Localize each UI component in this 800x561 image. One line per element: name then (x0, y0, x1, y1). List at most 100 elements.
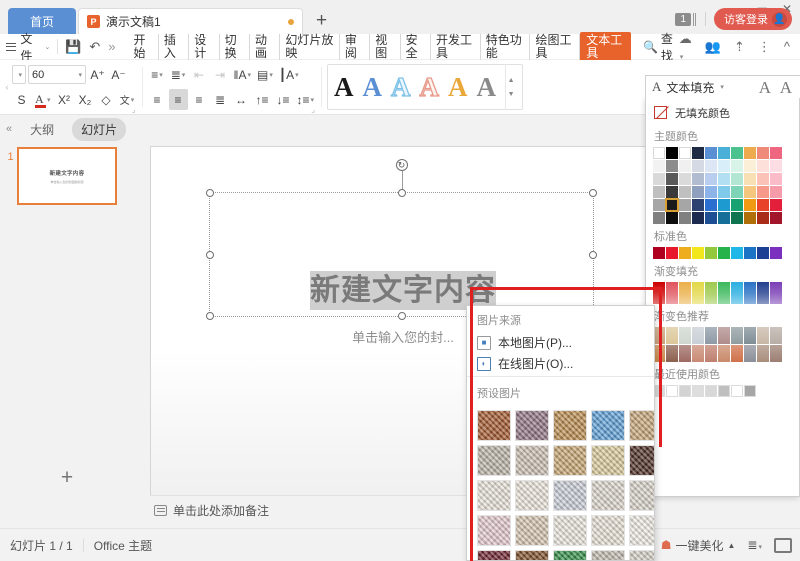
theme-color-swatch[interactable] (666, 147, 678, 159)
standard-color-swatch[interactable] (770, 247, 782, 259)
gradient-recommend-swatch[interactable] (757, 327, 769, 344)
increase-indent-icon[interactable]: ⇥ (211, 64, 230, 85)
theme-color-swatch[interactable] (679, 173, 691, 185)
new-tab-button[interactable]: + (316, 10, 327, 32)
distribute-icon[interactable]: ↔ (232, 89, 251, 110)
theme-color-swatch[interactable] (731, 173, 743, 185)
align-left-icon[interactable]: ≡ (148, 89, 167, 110)
standard-color-swatch[interactable] (666, 247, 678, 259)
gradient-fill-swatch[interactable] (757, 282, 769, 304)
theme-color-swatch[interactable] (757, 173, 769, 185)
gradient-fill-swatch[interactable] (666, 282, 678, 304)
recent-color-swatch[interactable] (679, 385, 691, 397)
preset-texture-swatch[interactable] (629, 480, 654, 511)
gradient-recommend-swatch[interactable] (692, 345, 704, 362)
theme-color-swatch[interactable] (653, 212, 665, 224)
theme-color-swatch[interactable] (718, 173, 730, 185)
more-vert-icon[interactable]: ⋮ (758, 39, 771, 55)
tab-slideshow[interactable]: 幻灯片放映 (280, 33, 340, 60)
theme-color-swatch[interactable] (757, 147, 769, 159)
theme-color-swatch[interactable] (679, 147, 691, 159)
tab-text-tools[interactable]: 文本工具 (580, 31, 631, 62)
standard-color-swatch[interactable] (679, 247, 691, 259)
preset-texture-swatch[interactable] (629, 445, 654, 476)
gradient-recommend-swatch[interactable] (705, 327, 717, 344)
gradient-recommend-swatch[interactable] (770, 345, 782, 362)
theme-color-swatch[interactable] (692, 173, 704, 185)
tab-transition[interactable]: 切换 (220, 33, 251, 60)
document-tab[interactable]: P 演示文稿1 (78, 8, 303, 34)
resize-handle-tc[interactable] (397, 189, 406, 197)
decrease-indent-icon[interactable]: ⇤ (190, 64, 209, 85)
gradient-recommend-swatch[interactable] (770, 327, 782, 344)
standard-color-swatch[interactable] (757, 247, 769, 259)
theme-color-swatch[interactable] (731, 212, 743, 224)
gradient-recommend-grid[interactable] (646, 327, 799, 362)
columns-icon[interactable]: ┃A ▾ (277, 64, 301, 85)
paragraph-dialog-launcher[interactable]: ⌟ (311, 105, 315, 114)
cloud-sync-icon[interactable]: ☁▾ (679, 31, 692, 62)
tab-design[interactable]: 设计 (189, 33, 220, 60)
preset-texture-swatch[interactable] (477, 480, 511, 511)
theme-color-swatch[interactable] (744, 160, 756, 172)
theme-color-swatch[interactable] (666, 212, 678, 224)
wordart-style-blue[interactable]: A (363, 73, 383, 101)
theme-color-swatch[interactable] (705, 199, 717, 211)
scroll-down-icon[interactable]: ▼ (508, 91, 515, 98)
no-fill-color-item[interactable]: 无填充颜色 (646, 101, 799, 124)
gradient-recommend-swatch[interactable] (731, 327, 743, 344)
wordart-style-lightblue-outline[interactable]: A (390, 72, 411, 100)
text-fill-color-panel[interactable]: 无填充颜色 主题颜色 标准色 渐变填充 渐变色推荐 最近使用颜色 (645, 97, 800, 497)
recent-colors-grid[interactable] (646, 385, 799, 397)
tab-outline[interactable]: 大纲 (21, 118, 63, 141)
gradient-recommend-swatch[interactable] (679, 345, 691, 362)
theme-color-swatch[interactable] (705, 147, 717, 159)
theme-color-swatch[interactable] (770, 147, 782, 159)
gradient-fill-swatch[interactable] (679, 282, 691, 304)
resize-handle-tr[interactable] (589, 189, 597, 197)
theme-color-swatch[interactable] (666, 160, 678, 172)
grow-font-button[interactable]: A⁺ (88, 64, 107, 85)
preset-texture-swatch[interactable] (553, 445, 587, 476)
gradient-recommend-swatch[interactable] (666, 327, 678, 344)
theme-color-swatch[interactable] (757, 160, 769, 172)
theme-color-swatch[interactable] (731, 147, 743, 159)
theme-color-swatch[interactable] (718, 147, 730, 159)
preset-texture-swatch[interactable] (515, 410, 549, 441)
resize-handle-ml[interactable] (206, 250, 214, 259)
gradient-fill-swatch[interactable] (705, 282, 717, 304)
theme-color-swatch[interactable] (692, 186, 704, 198)
theme-color-swatch[interactable] (718, 160, 730, 172)
resize-handle-bc[interactable] (397, 312, 406, 320)
theme-color-swatch[interactable] (653, 186, 665, 198)
collapse-panel-icon[interactable]: « (6, 123, 12, 135)
preset-texture-swatch[interactable] (591, 550, 625, 560)
theme-color-swatch[interactable] (731, 186, 743, 198)
theme-color-swatch[interactable] (705, 186, 717, 198)
wordart-gallery[interactable]: A A A A A A ▲ ▼ (327, 64, 524, 110)
standard-color-swatch[interactable] (705, 247, 717, 259)
tab-review[interactable]: 审阅 (340, 33, 371, 60)
theme-color-swatch[interactable] (744, 147, 756, 159)
wordart-style-orange[interactable]: A (448, 73, 468, 101)
font-color-button[interactable]: A ▾ (33, 89, 53, 110)
preset-texture-swatch[interactable] (629, 550, 654, 560)
recent-color-swatch[interactable] (718, 385, 730, 397)
add-slide-button[interactable]: + (0, 466, 134, 490)
preset-texture-swatch[interactable] (591, 410, 625, 441)
theme-color-swatch[interactable] (653, 147, 665, 159)
resize-handle-tl[interactable] (206, 189, 214, 197)
preset-texture-swatch[interactable] (553, 410, 587, 441)
recent-color-swatch[interactable] (731, 385, 743, 397)
preset-texture-swatch[interactable] (591, 480, 625, 511)
file-menu-button[interactable]: 文件 ⌄ (6, 30, 50, 64)
font-size-input[interactable]: 60 ▾ (28, 65, 86, 84)
text-direction-icon[interactable]: ‖A ▾ (232, 64, 253, 85)
standard-colors-grid[interactable] (646, 247, 799, 259)
theme-color-swatch[interactable] (692, 147, 704, 159)
ribbon-scroll-left-icon[interactable]: ‹ (2, 82, 12, 92)
chevron-down-icon[interactable]: ▾ (720, 83, 724, 91)
theme-color-swatch[interactable] (692, 160, 704, 172)
gradient-fill-grid[interactable] (646, 282, 799, 304)
gradient-fill-swatch[interactable] (744, 282, 756, 304)
